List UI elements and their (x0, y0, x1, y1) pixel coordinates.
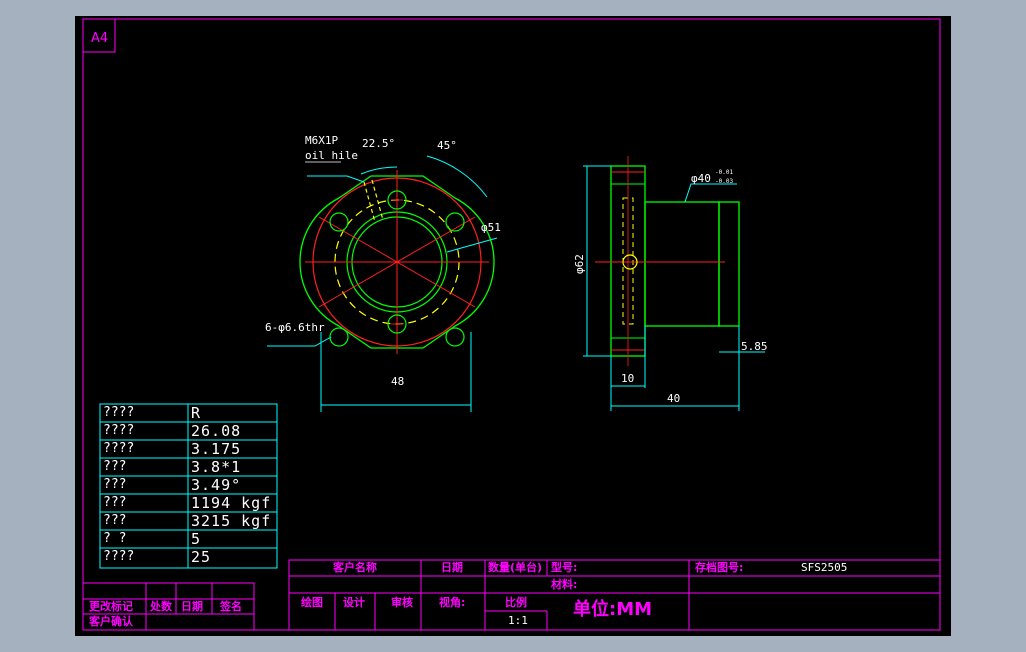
oil-label: oil hile (305, 149, 358, 162)
oil-hole (363, 179, 384, 223)
view-angle-label: 视角: (439, 596, 466, 609)
thread-label: M6X1P (305, 134, 338, 147)
check-label: 审核 (391, 596, 413, 609)
flange-dia-label: φ62 (573, 254, 586, 274)
param-value: 3.49° (191, 476, 242, 494)
unit-label: 单位:MM (573, 599, 653, 620)
drawing-no: SFS2505 (801, 561, 848, 574)
param-value: 5 (191, 530, 202, 548)
param-value: R (191, 404, 202, 422)
sheet-size-label: A4 (91, 31, 108, 46)
flange-thk-label: 10 (621, 372, 634, 385)
sign-label: 签名 (220, 600, 242, 613)
scale-value: 1:1 (508, 614, 528, 627)
material-label: 材料: (551, 578, 578, 591)
param-value: 3.8*1 (191, 458, 242, 476)
customer-confirm-label: 客户确认 (89, 615, 133, 628)
angle-large-label: 45° (437, 139, 457, 152)
date-label: 日期 (441, 561, 463, 574)
change-mark-label: 更改标记 (89, 600, 133, 613)
pilot-tol-upper: -0.01 (715, 169, 733, 176)
param-name: ? ? (103, 531, 127, 546)
drawing-no-label: 存档图号: (695, 561, 744, 574)
model-label: 型号: (551, 561, 578, 574)
param-value: 3.175 (191, 440, 242, 458)
holes-label: 6-φ6.6thr (265, 321, 325, 334)
pcd-label: φ51 (481, 221, 501, 234)
param-name: ???? (103, 549, 135, 564)
angle-arc-large (426, 155, 488, 198)
param-value: 25 (191, 548, 212, 566)
param-name: ??? (103, 459, 127, 474)
locations-label: 处数 (150, 600, 172, 613)
drawing-canvas: A4 M6X1P oil hile 22.5° 45° φ51 6-φ6.6th… (75, 16, 951, 636)
pilot-tol-lower: -0.03 (715, 178, 733, 185)
param-value: 3215 kgf (191, 512, 272, 530)
drawn-label: 绘图 (301, 596, 323, 609)
bolt-hole (445, 327, 465, 347)
bolt-hole (329, 327, 349, 347)
param-name: ???? (103, 441, 135, 456)
qty-label: 数量(单台) (488, 561, 543, 574)
sheet-border (82, 18, 941, 631)
param-name: ???? (103, 423, 135, 438)
pilot-leader (684, 183, 737, 203)
param-name: ???? (103, 405, 135, 420)
thread-leader (307, 175, 365, 183)
pilot-section (718, 201, 740, 327)
param-name: ??? (103, 513, 127, 528)
body-section (644, 201, 720, 327)
pilot-dia-label: φ40 (691, 172, 711, 185)
param-name: ??? (103, 495, 127, 510)
front-view (267, 155, 498, 412)
angle-small-label: 22.5° (362, 137, 395, 150)
angle-arc-small (360, 166, 398, 175)
param-name: ??? (103, 477, 127, 492)
rev-date-label: 日期 (181, 600, 203, 613)
customer-name-label: 客户名称 (333, 561, 377, 574)
param-value: 26.08 (191, 422, 242, 440)
design-label: 设计 (343, 596, 365, 609)
scale-label: 比例 (505, 596, 527, 609)
width-dim-label: 48 (391, 375, 404, 388)
param-value: 1194 kgf (191, 494, 272, 512)
drawing-svg: A4 M6X1P oil hile 22.5° 45° φ51 6-φ6.6th… (82, 18, 941, 631)
side-view (583, 156, 765, 411)
length-label: 40 (667, 392, 680, 405)
end-dim-label: 5.85 (741, 340, 768, 353)
